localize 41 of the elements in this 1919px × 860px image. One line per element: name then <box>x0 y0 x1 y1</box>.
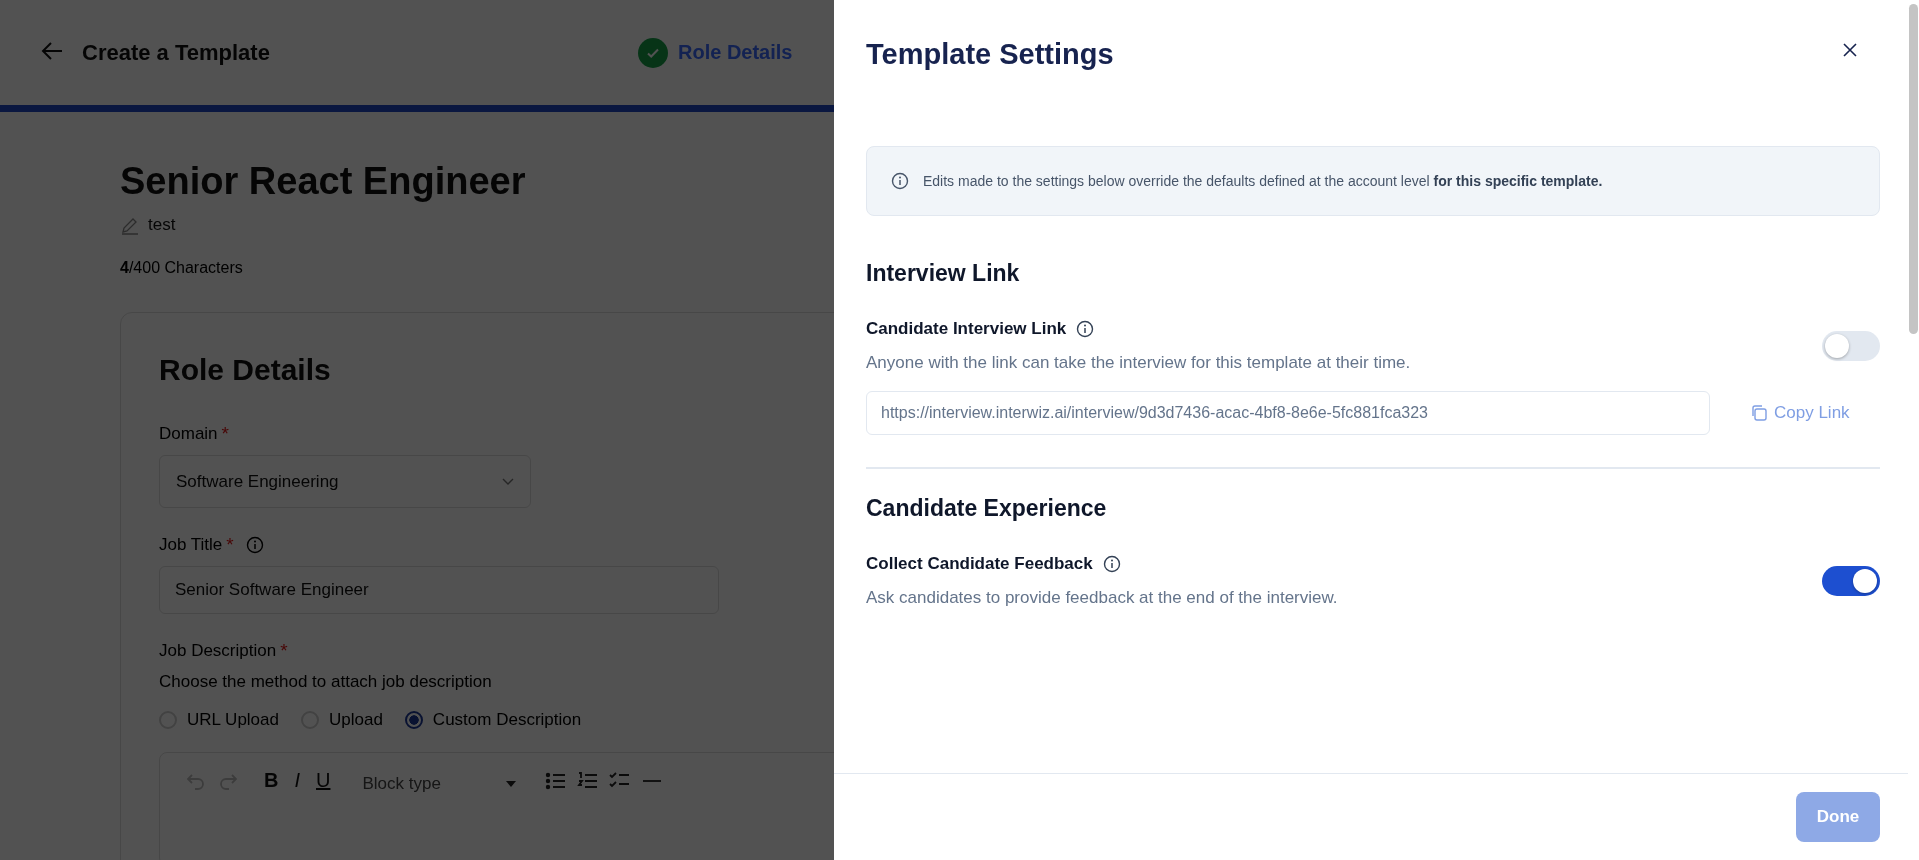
radio-option[interactable]: Custom Description <box>404 710 582 730</box>
field-label: Job Description <box>159 641 277 661</box>
scrollbar-thumb[interactable] <box>1909 4 1918 334</box>
template-name: Senior React Engineer <box>120 160 526 203</box>
field-label: Job Title <box>159 535 223 555</box>
section-heading: Candidate Experience <box>866 495 1108 522</box>
page-title: Create a Template <box>82 39 270 66</box>
domain-select[interactable]: Software Engineering <box>159 455 531 508</box>
field-label: Domain <box>159 424 218 444</box>
step-label[interactable]: Role Details <box>678 41 793 64</box>
bold-button[interactable]: B <box>260 769 283 792</box>
setting-label: Candidate Interview Link <box>866 319 1067 339</box>
info-icon <box>891 172 909 190</box>
underline-button[interactable]: U <box>312 769 335 792</box>
setting-label: Collect Candidate Feedback <box>866 554 1093 574</box>
caret-icon <box>506 781 517 787</box>
job-title-field[interactable]: Senior Software Engineer <box>159 566 719 614</box>
italic-button[interactable]: I <box>290 769 304 792</box>
character-count: 4/400 Characters <box>120 259 243 277</box>
radio-option[interactable]: Upload <box>301 710 383 730</box>
toggle-switch[interactable] <box>1822 331 1880 361</box>
copy-icon <box>1750 404 1768 422</box>
required-mark: * <box>226 534 234 556</box>
chevron-down-icon <box>502 477 514 486</box>
info-banner-text: Edits made to the settings below override the defaults defined at the account level for this specific template. <box>923 173 1603 189</box>
setting-description: Ask candidates to provide feedback at the end of the interview. <box>866 588 1338 608</box>
required-mark: * <box>221 423 229 445</box>
field-hint: Choose the method to attach job description <box>159 672 493 692</box>
interview-link-field[interactable]: https://interview.interwiz.ai/interview/9d3d7436-acac-4bf8-8e6e-5fc881fca323 <box>866 391 1710 435</box>
drawer-title: Template Settings <box>866 38 1114 71</box>
block-type-select[interactable]: Block type <box>354 769 525 799</box>
select-value: Software Engineering <box>176 471 339 492</box>
template-description: test <box>148 215 176 235</box>
card-title: Role Details <box>159 353 331 387</box>
section-heading: Interview Link <box>866 260 1021 287</box>
setting-description: Anyone with the link can take the interview for this template at their time. <box>866 353 1411 373</box>
toggle-switch[interactable] <box>1822 566 1880 596</box>
required-mark: * <box>280 640 288 662</box>
copy-link-button[interactable]: Copy Link <box>1750 403 1850 423</box>
radio-option[interactable]: URL Upload <box>159 710 279 730</box>
close-icon <box>1842 42 1858 58</box>
